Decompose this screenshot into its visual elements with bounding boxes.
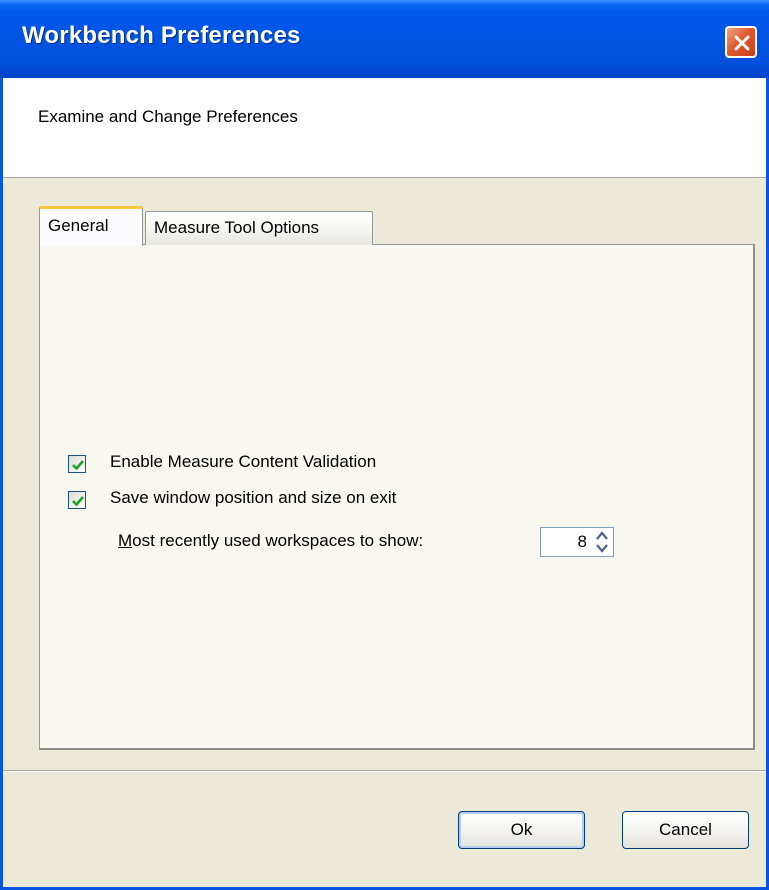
checkmark-icon <box>72 460 84 471</box>
cancel-button[interactable]: Cancel <box>622 811 749 849</box>
general-tab-panel: Enable Measure Content Validation Save w… <box>39 244 755 750</box>
recent-workspaces-value[interactable]: 8 <box>578 532 587 552</box>
checkmark-icon <box>72 496 84 507</box>
save-window-position-checkbox[interactable] <box>68 491 86 509</box>
header-band: Examine and Change Preferences <box>3 78 766 178</box>
enable-validation-label: Enable Measure Content Validation <box>110 452 377 471</box>
chevron-up-icon <box>596 531 608 540</box>
chevron-down-icon <box>596 544 608 553</box>
recent-workspaces-spinner[interactable]: 8 <box>540 527 614 557</box>
close-icon <box>734 35 750 51</box>
spin-up-button[interactable] <box>593 529 611 542</box>
enable-validation-checkbox[interactable] <box>68 455 86 473</box>
tab-general[interactable]: General <box>39 206 143 246</box>
title-bar[interactable]: Workbench Preferences <box>0 0 769 78</box>
recent-workspaces-label: Most recently used workspaces to show: <box>118 531 423 551</box>
mnemonic-letter: M <box>118 531 133 550</box>
ok-button[interactable]: Ok <box>458 811 585 849</box>
window-title: Workbench Preferences <box>22 22 301 49</box>
preferences-dialog: Workbench Preferences Examine and Change… <box>0 0 769 890</box>
header-description: Examine and Change Preferences <box>38 107 298 126</box>
tab-measure-tool-options-label: Measure Tool Options <box>154 218 320 237</box>
spin-down-button[interactable] <box>593 542 611 555</box>
tab-measure-tool-options[interactable]: Measure Tool Options <box>145 211 373 245</box>
close-button[interactable] <box>725 26 757 58</box>
recent-workspaces-label-text: ost recently used workspaces to show: <box>132 531 424 550</box>
button-area-separator <box>3 770 766 772</box>
tab-general-label: General <box>48 216 109 235</box>
save-window-position-label: Save window position and size on exit <box>110 488 397 507</box>
